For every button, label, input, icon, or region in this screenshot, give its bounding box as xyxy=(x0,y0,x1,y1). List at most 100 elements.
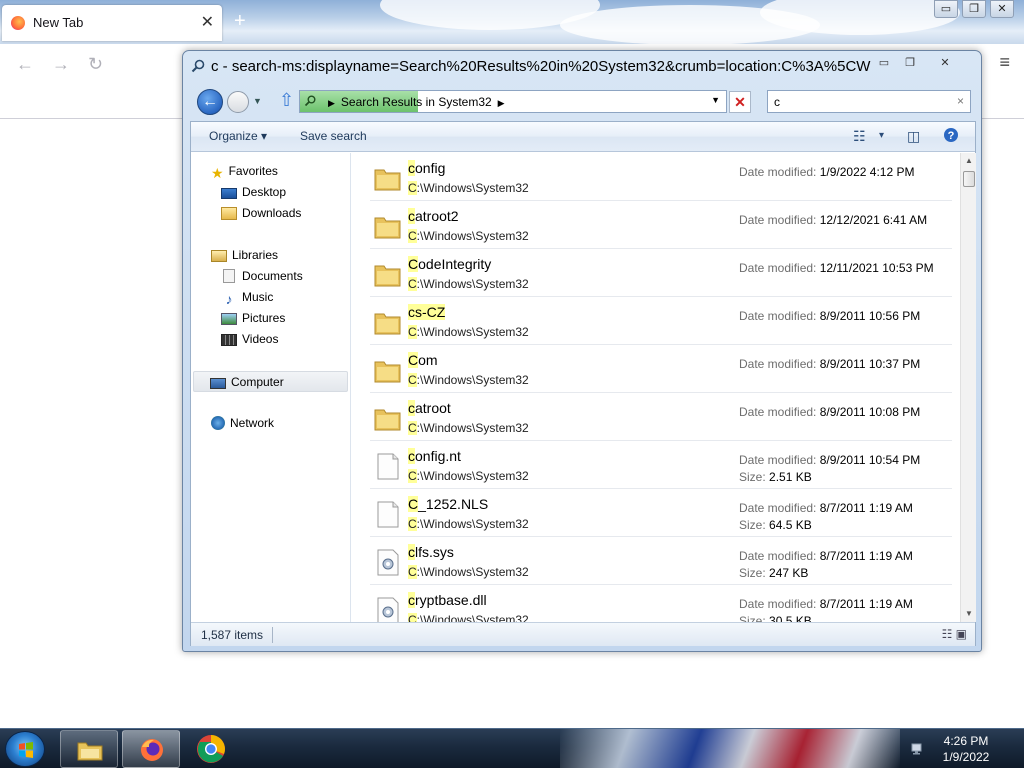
save-search-button[interactable]: Save search xyxy=(300,129,367,143)
minimize-button[interactable]: ▭ xyxy=(934,0,958,18)
taskbar-chrome[interactable] xyxy=(196,734,226,764)
file-row[interactable]: cryptbase.dll C:\Windows\System32 Date mod… xyxy=(370,585,952,622)
star-icon: ★ xyxy=(211,165,224,181)
name-match-highlight: cs-CZ xyxy=(408,304,446,320)
stop-search-icon[interactable]: ✕ xyxy=(729,91,751,113)
file-row[interactable]: clfs.sys C:\Windows\System32 Date modified… xyxy=(370,537,952,585)
file-row[interactable]: config.nt C:\Windows\System32 Date modifie… xyxy=(370,441,952,489)
clock-time[interactable]: 4:26 PM xyxy=(936,734,996,748)
forward-button[interactable] xyxy=(227,91,249,113)
clock-date[interactable]: 1/9/2022 xyxy=(936,750,996,764)
nav-downloads[interactable]: Downloads xyxy=(221,203,301,224)
desktop-icon xyxy=(221,188,237,199)
file-row[interactable]: CodeIntegrity C:\Windows\System32 Date mod… xyxy=(370,249,952,297)
nav-videos[interactable]: Videos xyxy=(221,329,278,350)
nav-label: Computer xyxy=(231,375,284,389)
file-size: Size: 247 KB xyxy=(739,566,808,580)
reload-icon[interactable]: ↻ xyxy=(88,54,103,75)
start-button[interactable] xyxy=(5,731,45,767)
scroll-up-arrow-icon[interactable]: ▲ xyxy=(961,153,977,169)
clear-search-icon[interactable]: × xyxy=(957,94,964,108)
forward-icon[interactable]: → xyxy=(52,54,70,75)
name-rest: om xyxy=(418,352,438,368)
firefox-icon xyxy=(11,16,25,30)
scroll-down-arrow-icon[interactable]: ▼ xyxy=(961,606,977,622)
name-rest: odeIntegrity xyxy=(418,256,492,272)
path-rest: :\Windows\System32 xyxy=(416,469,529,483)
help-icon[interactable]: ? xyxy=(943,127,959,146)
file-row[interactable]: config C:\Windows\System32 Date modified: … xyxy=(370,153,952,201)
explorer-titlebar[interactable]: c - search-ms:displayname=Search%20Resul… xyxy=(183,51,981,81)
organize-button[interactable]: Organize ▾ xyxy=(209,129,267,143)
date-modified-label: Date modified: xyxy=(739,165,817,179)
chevron-right-icon[interactable]: ▶ xyxy=(328,98,335,108)
system-file-icon xyxy=(377,549,399,576)
nav-computer[interactable]: Computer xyxy=(193,371,348,392)
file-path: C:\Windows\System32 xyxy=(408,613,529,622)
path-match-highlight: C xyxy=(408,277,417,291)
name-rest: atroot2 xyxy=(415,208,459,224)
maximize-button[interactable]: ❐ xyxy=(962,0,986,18)
file-path: C:\Windows\System32 xyxy=(408,373,529,387)
new-tab-button[interactable]: + xyxy=(234,10,246,33)
close-button[interactable]: ✕ xyxy=(923,55,967,73)
taskbar-explorer[interactable] xyxy=(60,730,118,768)
close-button[interactable]: ✕ xyxy=(990,0,1014,18)
date-value: 8/7/2011 1:19 AM xyxy=(819,549,913,563)
path-rest: :\Windows\System32 xyxy=(416,373,529,387)
nav-label: Documents xyxy=(242,269,303,283)
minimize-button[interactable]: ▭ xyxy=(871,55,897,73)
view-options-icon[interactable]: ☷ xyxy=(853,128,866,145)
nav-pictures[interactable]: Pictures xyxy=(221,308,285,329)
scroll-thumb[interactable] xyxy=(963,171,975,187)
network-status-icon[interactable] xyxy=(910,741,926,757)
address-bar[interactable]: ▶ Search Results in System32 ▶ ▼ xyxy=(299,90,727,113)
preview-pane-icon[interactable]: ◫ xyxy=(907,128,920,145)
file-row[interactable]: catroot2 C:\Windows\System32 Date modified… xyxy=(370,201,952,249)
file-name: Com xyxy=(408,352,438,368)
taskbar-firefox[interactable] xyxy=(122,730,180,768)
nav-desktop[interactable]: Desktop xyxy=(221,182,286,203)
file-row[interactable]: Com C:\Windows\System32 Date modified: 8/9… xyxy=(370,345,952,393)
nav-libraries[interactable]: Libraries xyxy=(211,245,278,266)
file-name: cs-CZ xyxy=(408,304,446,320)
nav-favorites[interactable]: ★ Favorites xyxy=(211,161,278,182)
date-value: 8/9/2011 10:56 PM xyxy=(819,309,921,323)
vertical-scrollbar[interactable]: ▲ ▼ xyxy=(960,153,976,622)
chevron-right-icon[interactable]: ▶ xyxy=(498,98,505,108)
nav-network[interactable]: Network xyxy=(211,413,274,434)
search-input[interactable] xyxy=(774,94,944,110)
file-name: catroot xyxy=(408,400,451,416)
firefox-tab[interactable]: New Tab ✕ xyxy=(2,5,222,41)
breadcrumb: ▶ Search Results in System32 ▶ xyxy=(322,95,511,109)
nav-label: Favorites xyxy=(228,164,278,178)
file-row[interactable]: cs-CZ C:\Windows\System32 Date modified: 8… xyxy=(370,297,952,345)
status-divider xyxy=(272,627,273,643)
up-arrow-icon[interactable]: ⇧ xyxy=(279,90,294,111)
close-tab-icon[interactable]: ✕ xyxy=(201,12,214,32)
view-toggle-icons[interactable]: ☷ ▣ xyxy=(942,627,967,641)
back-button[interactable]: ← xyxy=(197,89,223,115)
recent-pages-dropdown[interactable]: ▼ xyxy=(253,96,262,106)
nav-music[interactable]: ♪ Music xyxy=(221,287,274,308)
file-size: Size: 64.5 KB xyxy=(739,518,812,532)
nav-documents[interactable]: Documents xyxy=(221,266,303,287)
file-list: config C:\Windows\System32 Date modified: … xyxy=(352,153,960,622)
window-title: c - search-ms:displayname=Search%20Resul… xyxy=(211,58,871,75)
maximize-button[interactable]: ❐ xyxy=(897,55,923,73)
size-label: Size: xyxy=(739,566,766,580)
file-row[interactable]: catroot C:\Windows\System32 Date modified:… xyxy=(370,393,952,441)
back-icon[interactable]: ← xyxy=(16,54,34,75)
firefox-icon xyxy=(141,739,163,761)
address-dropdown-icon[interactable]: ▼ xyxy=(711,95,720,105)
search-box[interactable]: × xyxy=(767,90,971,113)
size-value: 247 KB xyxy=(769,566,809,580)
file-row[interactable]: C_1252.NLS C:\Windows\System32 Date modifi… xyxy=(370,489,952,537)
date-modified-label: Date modified: xyxy=(739,309,817,323)
breadcrumb-location[interactable]: in System32 xyxy=(426,95,492,109)
breadcrumb-search-results[interactable]: Search Results xyxy=(341,95,422,109)
views-dropdown[interactable]: ▾ xyxy=(879,130,884,141)
menu-icon[interactable]: ≡ xyxy=(999,52,1010,73)
date-modified: Date modified: 8/9/2011 10:08 PM xyxy=(739,405,920,419)
size-label: Size: xyxy=(739,614,766,622)
